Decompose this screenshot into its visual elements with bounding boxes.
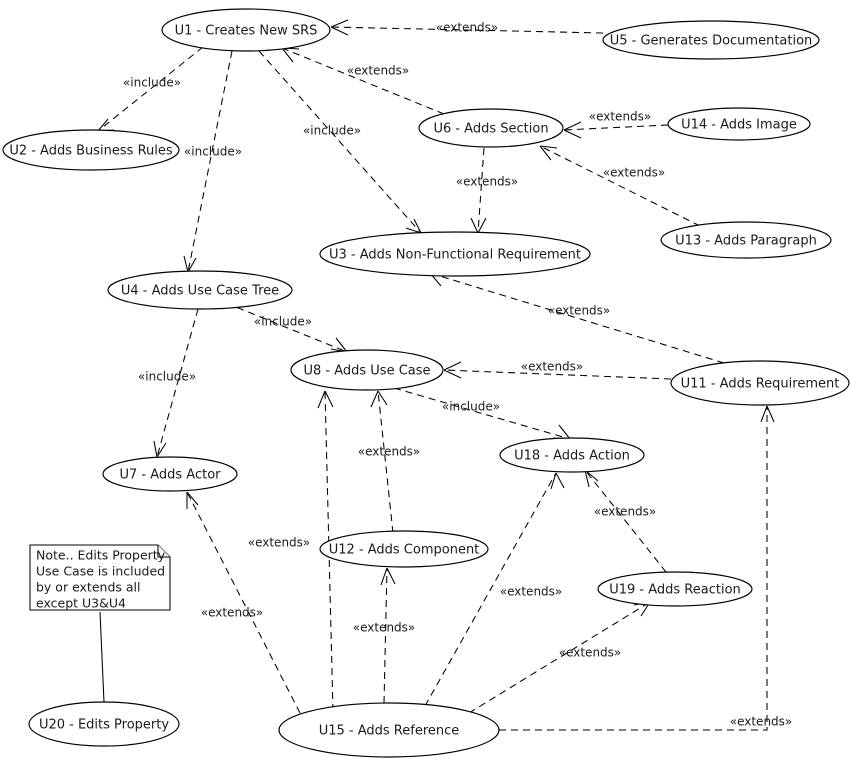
use-case-u6[interactable]: U6 - Adds Section — [418, 108, 564, 148]
diagram-canvas: «include» «include» «include» «extends» … — [2, 8, 850, 758]
use-case-u19[interactable]: U19 - Adds Reaction — [597, 571, 753, 607]
use-case-u11[interactable]: U11 - Adds Requirement — [670, 360, 850, 406]
use-case-u3[interactable]: U3 - Adds Non-Functional Requirement — [319, 231, 591, 277]
use-case-u2[interactable]: U2 - Adds Business Rules — [2, 129, 180, 171]
edge-label-u19-u18: «extends» — [594, 505, 657, 519]
edge-u6-extends-u1 — [281, 47, 445, 115]
use-case-u5[interactable]: U5 - Generates Documentation — [602, 20, 820, 60]
use-case-u20[interactable]: U20 - Edits Property — [28, 701, 180, 747]
use-case-u3-label: U3 - Adds Non-Functional Requirement — [329, 248, 581, 263]
use-case-u1-label: U1 - Creates New SRS — [175, 24, 318, 39]
edge-label-u4-u8: «include» — [254, 315, 312, 329]
edge-label-u6-u3: «extends» — [456, 175, 519, 189]
edge-label-u5-u1: «extends» — [436, 21, 499, 35]
use-case-u13-label: U13 - Adds Paragraph — [675, 234, 817, 249]
edge-label-u12-u8: «extends» — [358, 445, 421, 459]
edge-u14-extends-u6 — [563, 121, 669, 139]
edge-u6-extends-u3 — [470, 147, 487, 234]
edge-label-u15-u19: «extends» — [559, 646, 622, 660]
edge-u11-extends-u3 — [429, 271, 725, 364]
use-case-u12[interactable]: U12 - Adds Component — [319, 530, 489, 568]
edge-label-u15-u8: «extends» — [248, 536, 311, 550]
edge-label-u1-u3: «include» — [303, 124, 361, 138]
edge-label-u8-u18: «include» — [442, 400, 500, 414]
note-line-4: except U3&U4 — [36, 596, 126, 611]
use-case-u4[interactable]: U4 - Adds Use Case Tree — [107, 270, 293, 310]
use-case-u5-label: U5 - Generates Documentation — [610, 34, 813, 49]
use-case-u8[interactable]: U8 - Adds Use Case — [290, 349, 444, 391]
use-case-u15[interactable]: U15 - Adds Reference — [278, 702, 500, 758]
use-case-u14[interactable]: U14 - Adds Image — [667, 107, 811, 141]
use-case-u12-label: U12 - Adds Component — [329, 543, 480, 558]
edge-u8-includes-u18 — [393, 387, 571, 440]
edge-label-u1-u4: «include» — [184, 145, 242, 159]
use-case-u19-label: U19 - Adds Reaction — [609, 583, 741, 598]
use-case-u7[interactable]: U7 - Adds Actor — [102, 456, 238, 492]
use-case-u18-label: U18 - Adds Action — [514, 449, 630, 464]
edge-u1-includes-u3 — [258, 50, 422, 234]
use-case-u1[interactable]: U1 - Creates New SRS — [161, 8, 331, 52]
edge-u12-extends-u8 — [370, 390, 394, 534]
use-case-u11-label: U11 - Adds Requirement — [681, 377, 840, 392]
note-line-2: Use Case is included — [36, 564, 165, 579]
edge-label-u15-u7: «extends» — [201, 606, 264, 620]
edge-label-u11-u3: «extends» — [548, 304, 611, 318]
use-case-u18[interactable]: U18 - Adds Action — [499, 437, 645, 473]
note-line-1: Note.. Edits Property — [36, 548, 166, 563]
use-case-u2-label: U2 - Adds Business Rules — [9, 144, 173, 159]
note-annotation: Note.. Edits Property Use Case is includ… — [29, 544, 171, 611]
note-anchor-line — [99, 611, 105, 703]
edge-label-u15-u11: «extends» — [730, 715, 793, 729]
note-line-3: by or extends all — [36, 580, 140, 595]
use-case-u13[interactable]: U13 - Adds Paragraph — [660, 221, 832, 259]
edge-label-u15-u18: «extends» — [500, 585, 563, 599]
use-case-u6-label: U6 - Adds Section — [433, 122, 548, 137]
use-case-nodes: U1 - Creates New SRS U2 - Adds Business … — [2, 8, 850, 758]
use-case-u8-label: U8 - Adds Use Case — [303, 364, 430, 379]
edge-label-u1-u2: «include» — [123, 76, 181, 90]
edge-u13-extends-u6 — [539, 145, 701, 227]
use-case-u7-label: U7 - Adds Actor — [119, 468, 221, 483]
use-case-u4-label: U4 - Adds Use Case Tree — [121, 284, 279, 299]
use-case-u20-label: U20 - Edits Property — [39, 718, 169, 733]
edge-label-u11-u8: «extends» — [521, 360, 584, 374]
edge-u19-extends-u18 — [584, 469, 667, 573]
edge-u1-includes-u4 — [183, 50, 233, 273]
use-case-u14-label: U14 - Adds Image — [681, 118, 797, 133]
edge-label-u4-u7: «include» — [138, 370, 196, 384]
edge-label-u6-u1: «extends» — [347, 64, 410, 78]
use-case-u15-label: U15 - Adds Reference — [319, 724, 460, 739]
edge-u15-extends-u12 — [380, 567, 396, 704]
uml-use-case-diagram: «include» «include» «include» «extends» … — [0, 0, 850, 760]
edge-u15-extends-u7 — [186, 491, 301, 714]
edge-label-u15-u12: «extends» — [353, 621, 416, 635]
edge-label-u14-u6: «extends» — [589, 110, 652, 124]
edge-label-u13-u6: «extends» — [603, 166, 666, 180]
